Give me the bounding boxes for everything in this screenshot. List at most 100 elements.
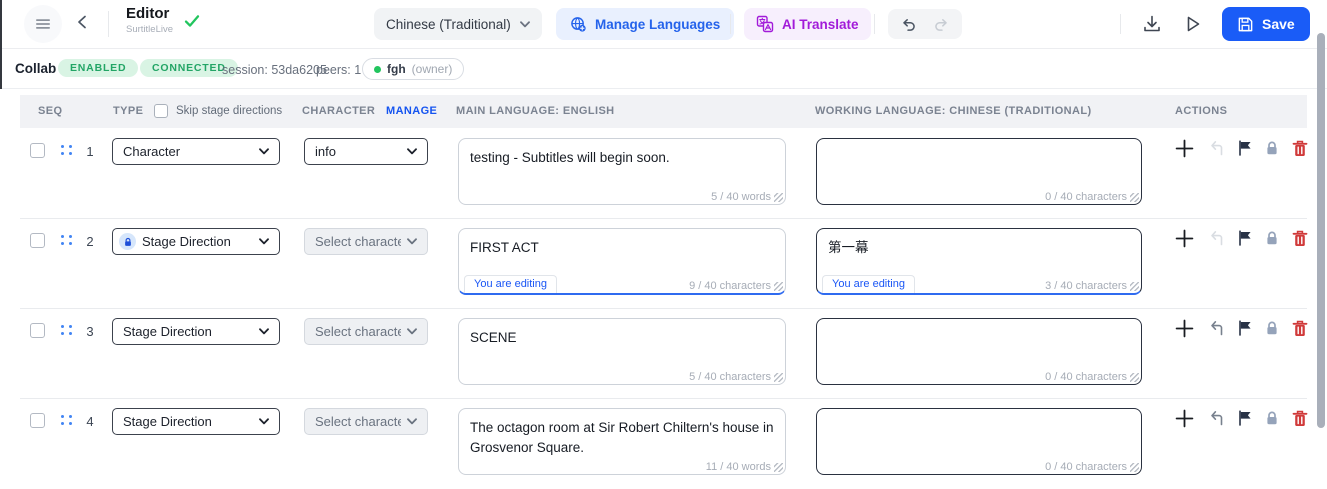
back-button[interactable] <box>74 13 92 31</box>
flag-button[interactable] <box>1234 407 1256 429</box>
character-select[interactable]: Select character <box>304 228 428 255</box>
main-text-input[interactable]: The octagon room at Sir Robert Chiltern'… <box>459 409 785 474</box>
subtitle-row-3: 3 Stage Direction Select character SCENE… <box>0 309 1327 399</box>
divider <box>874 14 875 34</box>
type-select[interactable]: Stage Direction <box>112 318 280 345</box>
ai-translate-icon <box>756 15 774 33</box>
header-working-language: WORKING LANGUAGE: CHINESE (TRADITIONAL) <box>815 95 1092 128</box>
app-title-block: Editor SurtitleLive <box>126 6 173 35</box>
row-select-checkbox[interactable] <box>30 413 45 428</box>
collab-status-bar: Collab ENABLED CONNECTED session: 53da62… <box>0 48 1327 89</box>
resize-grip-icon[interactable] <box>1130 193 1139 202</box>
ai-translate-button[interactable]: AI Translate <box>744 8 871 40</box>
drag-handle-icon[interactable] <box>61 415 72 425</box>
main-text-cell: SCENE 5 / 40 characters <box>458 318 786 385</box>
drag-handle-icon[interactable] <box>61 325 72 335</box>
divider <box>730 14 731 34</box>
row-seq: 1 <box>78 144 102 159</box>
lock-button[interactable] <box>1261 227 1283 249</box>
play-button[interactable] <box>1183 14 1203 34</box>
download-icon <box>1142 14 1162 34</box>
main-text-input[interactable]: testing - Subtitles will begin soon. <box>459 139 785 204</box>
resize-grip-icon[interactable] <box>1130 463 1139 472</box>
revert-button[interactable] <box>1205 137 1227 159</box>
download-button[interactable] <box>1142 14 1162 34</box>
working-text-cell: 0 / 40 characters <box>816 318 1142 385</box>
row-seq: 3 <box>78 324 102 339</box>
top-toolbar: Editor SurtitleLive Chinese (Traditional… <box>0 0 1327 49</box>
delete-button[interactable] <box>1289 137 1311 159</box>
manage-languages-button[interactable]: Manage Languages <box>556 8 734 40</box>
character-select[interactable]: Select character <box>304 318 428 345</box>
revert-button[interactable] <box>1205 407 1227 429</box>
hamburger-menu-button[interactable] <box>24 5 62 43</box>
you-are-editing-badge: You are editing <box>464 275 557 293</box>
drag-handle-icon[interactable] <box>61 235 72 245</box>
undo-icon[interactable] <box>900 16 917 33</box>
delete-button[interactable] <box>1289 407 1311 429</box>
working-text-input[interactable] <box>817 139 1141 204</box>
drag-handle-icon[interactable] <box>61 145 72 155</box>
skip-stage-directions-checkbox[interactable] <box>154 104 168 118</box>
lock-button[interactable] <box>1261 407 1283 429</box>
globe-add-icon <box>570 16 587 33</box>
header-actions: ACTIONS <box>1175 95 1227 128</box>
type-select[interactable]: Character <box>112 138 280 165</box>
subtitle-row-4: 4 Stage Direction Select character The o… <box>0 399 1327 489</box>
collab-user-role: (owner) <box>412 62 453 76</box>
resize-grip-icon[interactable] <box>774 282 783 291</box>
resize-grip-icon[interactable] <box>1130 373 1139 382</box>
revert-button[interactable] <box>1205 317 1227 339</box>
resize-grip-icon[interactable] <box>774 193 783 202</box>
row-seq: 2 <box>78 234 102 249</box>
save-button[interactable]: Save <box>1222 7 1310 41</box>
type-select[interactable]: Stage Direction <box>112 408 280 435</box>
resize-grip-icon[interactable] <box>774 463 783 472</box>
main-text-input[interactable]: SCENE <box>459 319 785 384</box>
working-language-select[interactable]: Chinese (Traditional) <box>374 8 542 40</box>
row-select-checkbox[interactable] <box>30 323 45 338</box>
add-row-button[interactable] <box>1173 317 1195 339</box>
flag-button[interactable] <box>1234 317 1256 339</box>
resize-grip-icon[interactable] <box>774 373 783 382</box>
lock-button[interactable] <box>1261 317 1283 339</box>
add-row-button[interactable] <box>1173 137 1195 159</box>
manage-languages-label: Manage Languages <box>595 17 720 32</box>
resize-grip-icon[interactable] <box>1130 282 1139 291</box>
character-select[interactable]: Select character <box>304 408 428 435</box>
skip-stage-directions-label: Skip stage directions <box>176 95 282 128</box>
row-select-checkbox[interactable] <box>30 233 45 248</box>
flag-button[interactable] <box>1234 137 1256 159</box>
flag-button[interactable] <box>1234 227 1256 249</box>
vertical-scrollbar[interactable] <box>1317 33 1325 428</box>
main-text-cell: The octagon room at Sir Robert Chiltern'… <box>458 408 786 475</box>
add-row-button[interactable] <box>1173 227 1195 249</box>
session-id: session: 53da6205 <box>222 63 327 77</box>
type-select[interactable]: Stage Direction <box>112 228 280 255</box>
collab-user-name: fgh <box>387 62 406 76</box>
divider <box>1120 14 1121 34</box>
delete-button[interactable] <box>1289 227 1311 249</box>
header-character: CHARACTER <box>302 95 375 128</box>
hamburger-menu-icon <box>33 14 53 34</box>
row-seq: 4 <box>78 414 102 429</box>
row-select-checkbox[interactable] <box>30 143 45 158</box>
add-row-button[interactable] <box>1173 407 1195 429</box>
collab-enabled-badge: ENABLED <box>58 59 138 77</box>
manage-characters-link[interactable]: MANAGE <box>386 95 437 128</box>
character-select[interactable]: info <box>304 138 428 165</box>
peers-count: peers: 1 <box>316 63 361 77</box>
working-text-input[interactable] <box>817 319 1141 384</box>
lock-button[interactable] <box>1261 137 1283 159</box>
subtitle-rows: 1 Character info testing - Subtitles wil… <box>0 129 1327 489</box>
saved-check-icon <box>184 14 200 28</box>
back-chevron-icon <box>74 13 92 31</box>
header-seq: SEQ <box>38 95 62 128</box>
window-edge <box>0 0 2 89</box>
redo-icon[interactable] <box>933 16 950 33</box>
working-language-value: Chinese (Traditional) <box>386 17 511 32</box>
revert-button[interactable] <box>1205 227 1227 249</box>
delete-button[interactable] <box>1289 317 1311 339</box>
header-type: TYPE <box>113 95 143 128</box>
working-text-input[interactable] <box>817 409 1141 474</box>
